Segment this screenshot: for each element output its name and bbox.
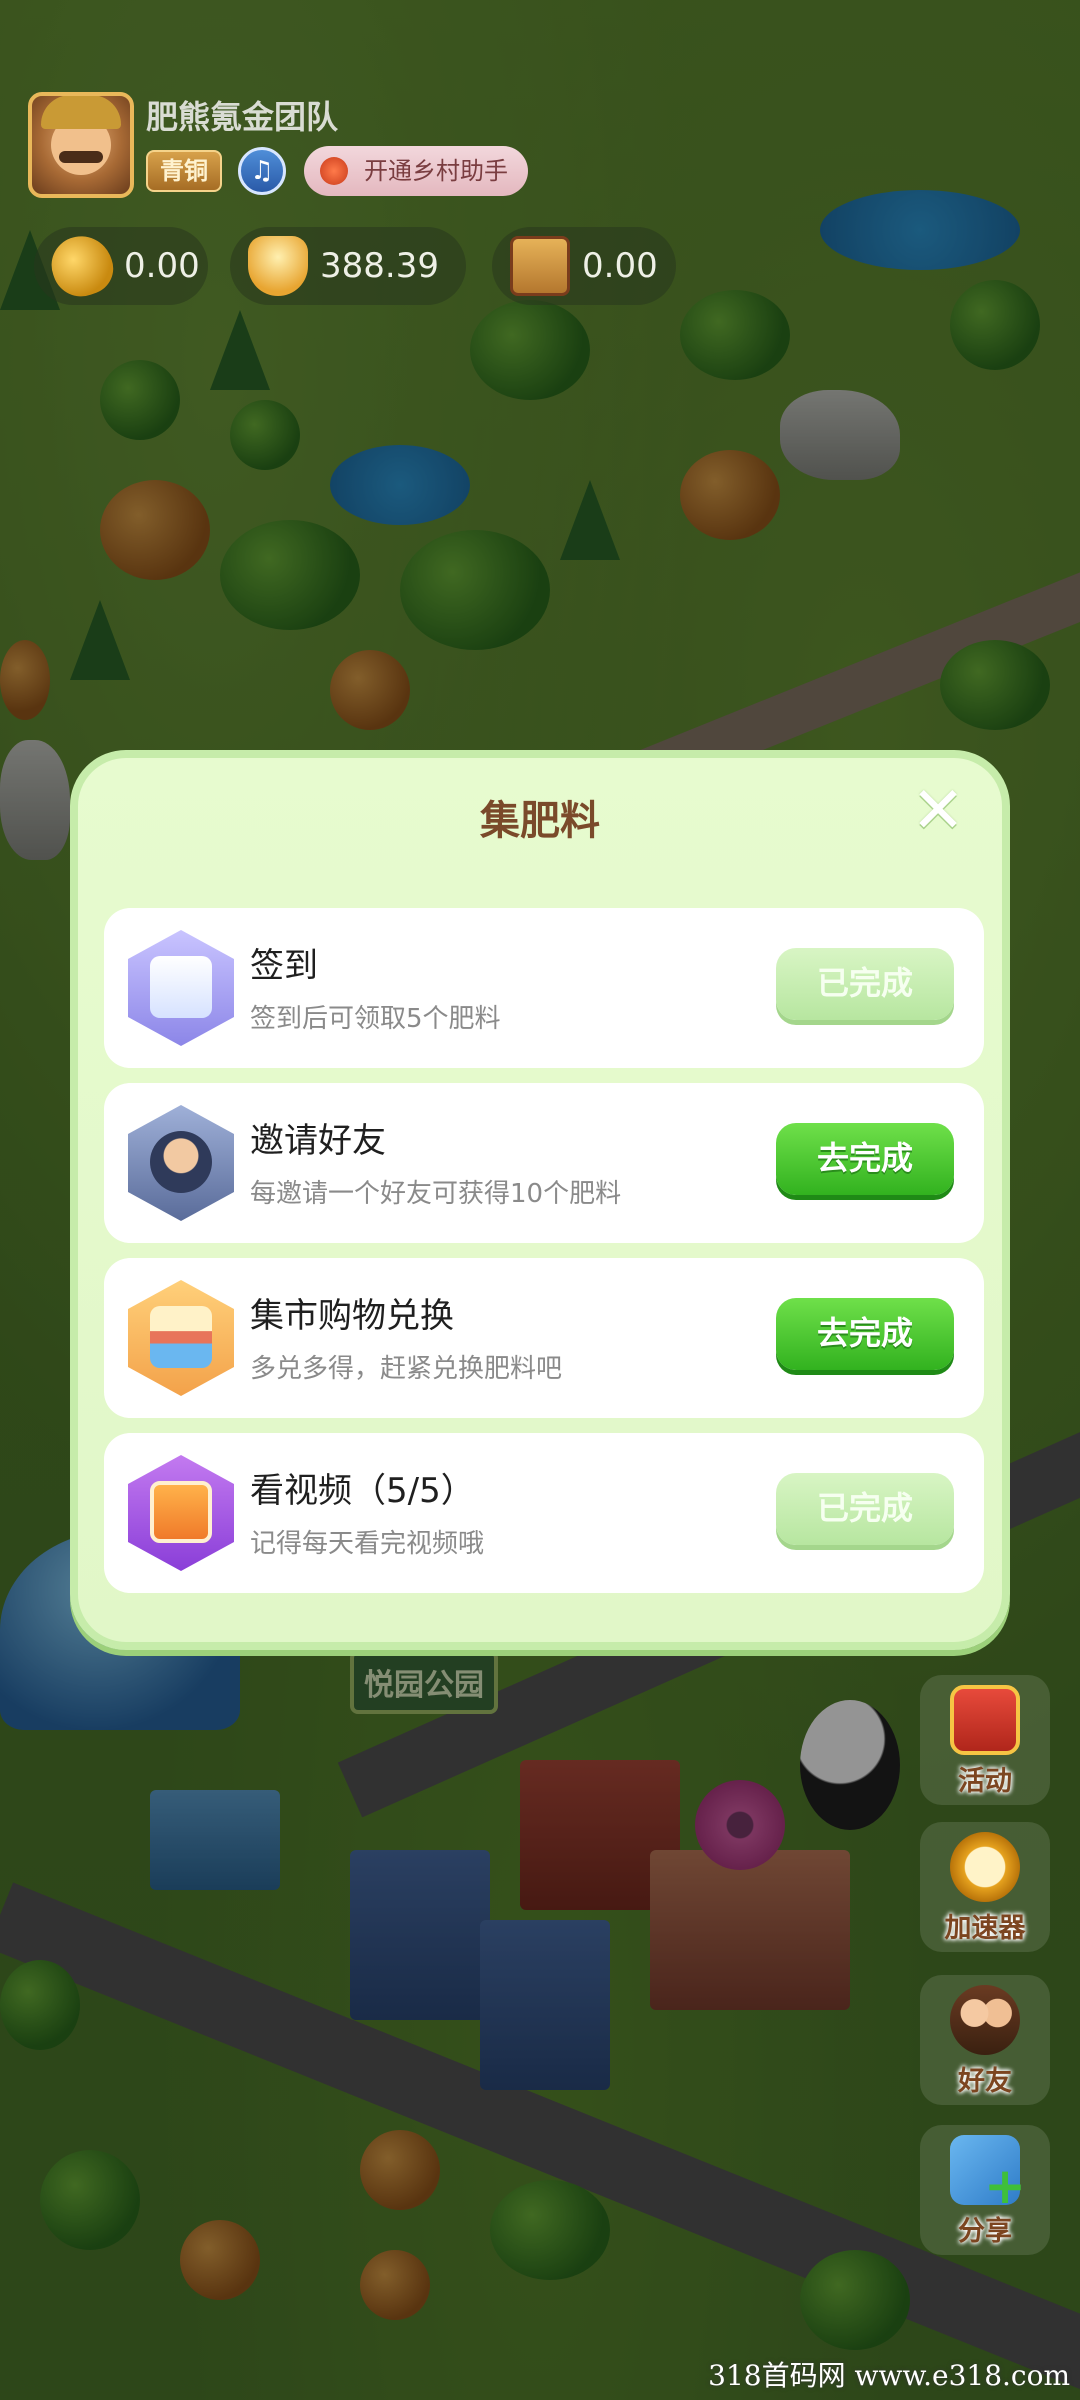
task-market-exchange: 集市购物兑换 多兑多得，赶紧兑换肥料吧 去完成 [104, 1258, 984, 1418]
bean-counter[interactable]: 0.00 [34, 227, 208, 305]
accelerator-button[interactable]: 加速器 [920, 1822, 1050, 1952]
player-avatar[interactable] [28, 92, 134, 198]
task-completed-button[interactable]: 已完成 [776, 948, 954, 1020]
alarm-clock-icon [950, 1832, 1020, 1902]
friends-icon [950, 1985, 1020, 2055]
mustache-icon [59, 151, 103, 163]
close-icon[interactable]: ✕ [908, 779, 968, 843]
task-watch-video: 看视频（5/5） 记得每天看完视频哦 已完成 [104, 1433, 984, 1593]
activity-label: 活动 [958, 1766, 1012, 1797]
village-helper-button[interactable]: 开通乡村助手 [304, 146, 528, 196]
player-name: 肥熊氪金团队 [146, 98, 339, 136]
task-title: 看视频（5/5） [250, 1471, 475, 1511]
task-checkin: 签到 签到后可领取5个肥料 已完成 [104, 908, 984, 1068]
avatar-icon [128, 1105, 234, 1221]
gold-counter[interactable]: 388.39 [230, 227, 466, 305]
bean-value: 0.00 [124, 246, 200, 286]
friends-button[interactable]: 好友 [920, 1975, 1050, 2105]
task-description: 每邀请一个好友可获得10个肥料 [250, 1179, 622, 1209]
village-helper-label: 开通乡村助手 [364, 157, 508, 185]
site-watermark: 318首码网 www.e318.com [708, 2359, 1070, 2392]
miner-hat-icon [41, 96, 121, 129]
fertilizer-counter[interactable]: 0.00 [492, 227, 676, 305]
music-note-icon[interactable]: ♫ [238, 147, 286, 195]
task-go-button[interactable]: 去完成 [776, 1123, 954, 1195]
friends-label: 好友 [958, 2066, 1012, 2097]
task-title: 集市购物兑换 [250, 1296, 454, 1336]
task-description: 签到后可领取5个肥料 [250, 1004, 501, 1034]
share-icon [950, 2135, 1026, 2215]
accelerator-label: 加速器 [944, 1913, 1026, 1944]
fertilizer-bag-icon [510, 236, 570, 296]
task-go-button[interactable]: 去完成 [776, 1298, 954, 1370]
share-button[interactable]: 分享 [920, 2125, 1050, 2255]
task-description: 记得每天看完视频哦 [250, 1529, 485, 1559]
bean-icon [43, 227, 121, 305]
task-invite-friends: 邀请好友 每邀请一个好友可获得10个肥料 去完成 [104, 1083, 984, 1243]
shop-icon [128, 1280, 234, 1396]
tv-icon [128, 1455, 234, 1571]
dialog-title: 集肥料 [480, 798, 600, 844]
task-title: 邀请好友 [250, 1121, 386, 1161]
gift-icon [950, 1685, 1020, 1755]
activity-button[interactable]: 活动 [920, 1675, 1050, 1805]
gold-ingot-icon [248, 236, 308, 296]
avatar-face-icon [41, 96, 121, 175]
fertilizer-task-dialog: 集肥料 ✕ 签到 签到后可领取5个肥料 已完成 邀请好友 每邀请一个好友可获得1… [70, 750, 1010, 1650]
task-title: 签到 [250, 946, 318, 986]
fertilizer-value: 0.00 [582, 246, 658, 286]
gold-value: 388.39 [320, 246, 439, 286]
task-description: 多兑多得，赶紧兑换肥料吧 [250, 1354, 563, 1384]
task-completed-button[interactable]: 已完成 [776, 1473, 954, 1545]
rank-badge[interactable]: 青铜 [146, 150, 222, 192]
calendar-icon [128, 930, 234, 1046]
lotus-icon [320, 157, 348, 185]
